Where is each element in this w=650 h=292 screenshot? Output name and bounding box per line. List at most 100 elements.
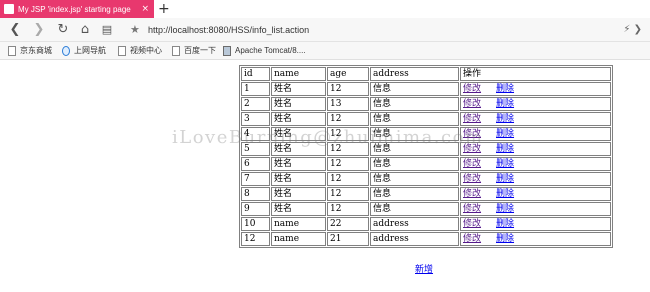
cell-action: 修改 删除: [460, 157, 611, 171]
delete-link[interactable]: 删除: [496, 144, 514, 154]
edit-link[interactable]: 修改: [463, 129, 481, 139]
edit-link[interactable]: 修改: [463, 144, 481, 154]
info-table: id name age address 操作 1 姓名 12 信息 修改 删除 2 姓名 13 信…: [239, 65, 613, 248]
bookmark-item[interactable]: 百度一下: [172, 42, 216, 60]
table-row: 3 姓名 12 信息 修改 删除: [241, 112, 611, 126]
cell-id: 6: [241, 157, 270, 171]
cell-action: 修改 删除: [460, 217, 611, 231]
table-row: 2 姓名 13 信息 修改 删除: [241, 97, 611, 111]
header-name: name: [271, 67, 326, 81]
table-row: 6 姓名 12 信息 修改 删除: [241, 157, 611, 171]
table-row: 5 姓名 12 信息 修改 删除: [241, 142, 611, 156]
table-row: 4 姓名 12 信息 修改 删除: [241, 127, 611, 141]
cell-age: 12: [327, 187, 369, 201]
edit-link[interactable]: 修改: [463, 189, 481, 199]
cell-name: 姓名: [271, 97, 326, 111]
page-icon: [8, 46, 16, 56]
delete-link[interactable]: 删除: [496, 99, 514, 109]
cell-action: 修改 删除: [460, 187, 611, 201]
bookmark-item[interactable]: 上网导航: [62, 42, 106, 60]
cell-id: 4: [241, 127, 270, 141]
header-id: id: [241, 67, 270, 81]
table-row: 12 name 21 address 修改 删除: [241, 232, 611, 246]
home-icon[interactable]: ⌂: [76, 20, 94, 40]
delete-link[interactable]: 删除: [496, 219, 514, 229]
bookmark-item[interactable]: 京东商城: [8, 42, 52, 60]
header-age: age: [327, 67, 369, 81]
cell-name: 姓名: [271, 142, 326, 156]
cell-address: 信息: [370, 127, 459, 141]
cell-action: 修改 删除: [460, 127, 611, 141]
cell-id: 3: [241, 112, 270, 126]
cell-age: 12: [327, 202, 369, 216]
cell-action: 修改 删除: [460, 232, 611, 246]
delete-link[interactable]: 删除: [496, 234, 514, 244]
favorite-star-icon[interactable]: ★: [130, 21, 140, 39]
cell-id: 2: [241, 97, 270, 111]
image-icon: [223, 46, 231, 56]
table-row: 1 姓名 12 信息 修改 删除: [241, 82, 611, 96]
cell-name: 姓名: [271, 127, 326, 141]
back-icon[interactable]: ❮: [6, 20, 24, 40]
edit-link[interactable]: 修改: [463, 234, 481, 244]
edit-link[interactable]: 修改: [463, 219, 481, 229]
tab-title: My JSP 'index.jsp' starting page: [18, 4, 131, 14]
cell-address: 信息: [370, 202, 459, 216]
edit-link[interactable]: 修改: [463, 84, 481, 94]
edit-link[interactable]: 修改: [463, 174, 481, 184]
cell-address: 信息: [370, 112, 459, 126]
cell-id: 9: [241, 202, 270, 216]
cell-id: 5: [241, 142, 270, 156]
edit-link[interactable]: 修改: [463, 99, 481, 109]
cell-address: 信息: [370, 157, 459, 171]
tab-active[interactable]: My JSP 'index.jsp' starting page ×: [0, 0, 154, 18]
cell-name: 姓名: [271, 112, 326, 126]
cell-age: 12: [327, 142, 369, 156]
reading-view-icon[interactable]: ▤: [98, 20, 116, 40]
cell-action: 修改 删除: [460, 202, 611, 216]
tab-close-icon[interactable]: ×: [141, 3, 149, 15]
cell-name: name: [271, 217, 326, 231]
new-tab-icon[interactable]: +: [158, 1, 170, 17]
navigation-bar: ❮ ❯ ↻ ⌂ ▤ ★ http://localhost:8080/HSS/in…: [0, 18, 650, 42]
cell-id: 1: [241, 82, 270, 96]
table-row: 7 姓名 12 信息 修改 删除: [241, 172, 611, 186]
cell-address: address: [370, 232, 459, 246]
bookmarks-bar: 京东商城 上网导航 视频中心 百度一下 Apache Tomcat/8....: [0, 42, 650, 60]
cell-id: 10: [241, 217, 270, 231]
delete-link[interactable]: 删除: [496, 159, 514, 169]
delete-link[interactable]: 删除: [496, 129, 514, 139]
cell-address: 信息: [370, 187, 459, 201]
edit-link[interactable]: 修改: [463, 159, 481, 169]
delete-link[interactable]: 删除: [496, 204, 514, 214]
address-bar[interactable]: http://localhost:8080/HSS/info_list.acti…: [148, 18, 309, 42]
edit-link[interactable]: 修改: [463, 204, 481, 214]
cell-name: 姓名: [271, 82, 326, 96]
add-link[interactable]: 新增: [415, 262, 433, 275]
delete-link[interactable]: 删除: [496, 174, 514, 184]
cell-age: 12: [327, 157, 369, 171]
cell-address: 信息: [370, 172, 459, 186]
page-icon: [172, 46, 180, 56]
cell-address: 信息: [370, 82, 459, 96]
cell-name: 姓名: [271, 157, 326, 171]
delete-link[interactable]: 删除: [496, 84, 514, 94]
cell-address: 信息: [370, 142, 459, 156]
cell-action: 修改 删除: [460, 112, 611, 126]
cell-id: 12: [241, 232, 270, 246]
refresh-icon[interactable]: ↻: [54, 20, 72, 40]
cell-action: 修改 删除: [460, 97, 611, 111]
cell-id: 8: [241, 187, 270, 201]
bookmark-item[interactable]: Apache Tomcat/8....: [223, 42, 306, 60]
cell-name: name: [271, 232, 326, 246]
delete-link[interactable]: 删除: [496, 114, 514, 124]
delete-link[interactable]: 删除: [496, 189, 514, 199]
forward-icon[interactable]: ❯: [30, 20, 48, 40]
cell-age: 22: [327, 217, 369, 231]
edit-link[interactable]: 修改: [463, 114, 481, 124]
header-action: 操作: [460, 67, 611, 81]
cell-age: 12: [327, 82, 369, 96]
cell-age: 12: [327, 112, 369, 126]
bookmark-item[interactable]: 视频中心: [118, 42, 162, 60]
extension-arrow-icon[interactable]: ⚡ ❯: [623, 21, 642, 39]
